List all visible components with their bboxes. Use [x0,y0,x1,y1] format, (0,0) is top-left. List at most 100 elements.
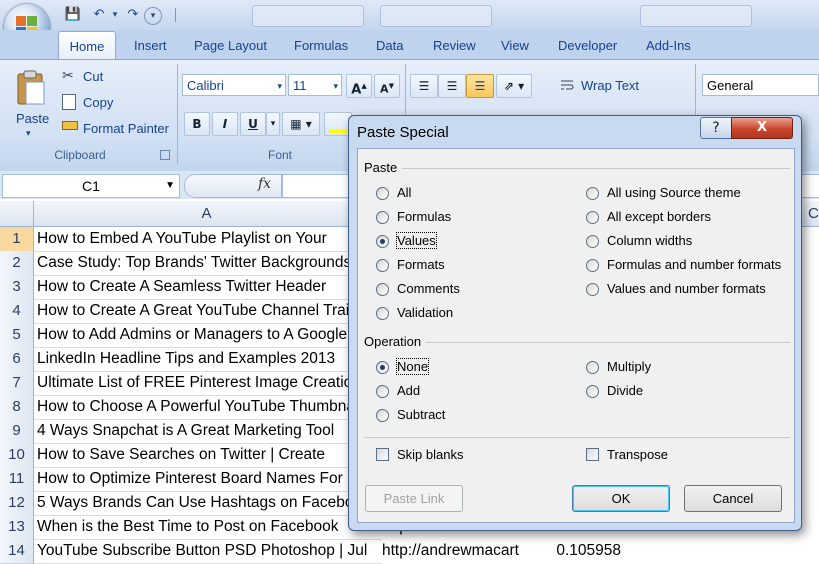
grow-font-icon[interactable]: A▲ [346,74,372,98]
save-icon[interactable]: 💾 [62,6,84,24]
cell-a[interactable]: Ultimate List of FREE Pinterest Image Cr… [34,371,382,396]
cell-a[interactable]: When is the Best Time to Post on Faceboo… [34,515,382,540]
cell-a[interactable]: How to Optimize Pinterest Board Names Fo… [34,467,382,492]
italic-button[interactable]: I [212,112,238,136]
tab-view[interactable]: View [501,34,529,58]
row-header[interactable]: 14 [0,539,34,564]
paste-button[interactable] [14,68,48,108]
row-header[interactable]: 11 [0,467,34,492]
paste-values-option[interactable]: Values [376,232,576,251]
tab-home[interactable]: Home [58,31,116,61]
bold-button[interactable]: B [184,112,210,136]
tab-review[interactable]: Review [433,34,476,58]
cell-a[interactable]: How to Save Searches on Twitter | Create [34,443,382,468]
cell-a[interactable]: 5 Ways Brands Can Use Hashtags on Facebo… [34,491,382,516]
borders-icon[interactable]: ▦ ▾ [282,112,320,136]
operation-divide-option[interactable]: Divide [586,383,786,401]
skip-blanks-checkbox[interactable]: Skip blanks [376,447,496,465]
row-header[interactable]: 1 [0,227,34,252]
cell-a[interactable]: How to Add Admins or Managers to A Googl… [34,323,382,348]
paste-dropdown-icon[interactable]: ▾ [26,128,31,139]
paintbrush-icon [62,121,78,130]
help-button[interactable]: ? [700,117,732,139]
paste-formulas-and-number-formats-option[interactable]: Formulas and number formats [586,257,786,275]
tab-data[interactable]: Data [376,34,403,58]
align-bottom-icon[interactable]: ☰ [466,74,494,98]
close-button[interactable]: X [731,117,793,139]
cell-a[interactable]: YouTube Subscribe Button PSD Photoshop |… [34,539,382,564]
row-header[interactable]: 13 [0,515,34,540]
cell-a[interactable]: Case Study: Top Brands' Twitter Backgrou… [34,251,382,276]
tab-formulas[interactable]: Formulas [294,34,348,58]
wrap-text-button[interactable]: Wrap Text [581,78,639,93]
copy-button[interactable]: Copy [62,94,172,112]
format-painter-button[interactable]: Format Painter [62,120,174,138]
paste-all-option[interactable]: All [376,185,576,203]
row-header[interactable]: 8 [0,395,34,420]
select-all-button[interactable] [0,201,34,226]
row-header[interactable]: 3 [0,275,34,300]
paste-validation-option[interactable]: Validation [376,305,576,323]
tab-insert[interactable]: Insert [134,34,167,58]
number-format-select[interactable]: General [702,74,819,96]
paste-column-widths-option[interactable]: Column widths [586,233,786,251]
operation-option-label: Multiply [607,359,652,374]
align-top-icon[interactable]: ☰ [410,74,438,98]
align-middle-icon[interactable]: ☰ [438,74,466,98]
cell-b[interactable]: http://andrewmacart [382,539,542,563]
group-separator [177,64,178,164]
cell-a[interactable]: How to Embed A YouTube Playlist on Your [34,227,382,252]
tab-page-layout[interactable]: Page Layout [194,34,267,58]
column-header-c[interactable]: C [808,201,819,226]
row-header[interactable]: 10 [0,443,34,468]
dialog-launcher-icon[interactable] [160,150,170,160]
cell-a[interactable]: How to Create A Great YouTube Channel Tr… [34,299,382,324]
row-header[interactable]: 4 [0,299,34,324]
operation-add-option[interactable]: Add [376,383,576,401]
radio-button [376,385,389,398]
paste-all-using-source-theme-option[interactable]: All using Source theme [586,185,786,203]
shrink-font-icon[interactable]: A▼ [374,74,400,98]
paste-formulas-option[interactable]: Formulas [376,209,576,227]
font-size-select[interactable]: 11 ▾ [288,74,342,96]
cut-button[interactable]: ✂ Cut [62,68,172,86]
operation-none-option[interactable]: None [376,358,576,377]
row-header[interactable]: 12 [0,491,34,516]
underline-button[interactable]: U [240,112,266,136]
paste-all-except-borders-option[interactable]: All except borders [586,209,786,227]
transpose-checkbox[interactable]: Transpose [586,447,706,465]
redo-icon[interactable]: ↷ [122,6,144,24]
row-header[interactable]: 5 [0,323,34,348]
paste-formats-option[interactable]: Formats [376,257,576,275]
operation-subtract-option[interactable]: Subtract [376,407,576,425]
underline-dropdown-icon[interactable]: ▾ [266,112,280,136]
row-header[interactable]: 9 [0,419,34,444]
cancel-button[interactable]: Cancel [684,485,782,512]
row-header[interactable]: 7 [0,371,34,396]
cell-a[interactable]: How to Choose A Powerful YouTube Thumbna… [34,395,382,420]
column-header-a[interactable]: A [34,201,380,226]
row-header[interactable]: 2 [0,251,34,276]
cell-c[interactable]: 0.105958 [546,539,621,563]
paste-link-button[interactable]: Paste Link [365,485,463,512]
row-header[interactable]: 6 [0,347,34,372]
insert-function-button[interactable]: fx [258,176,271,192]
section-divider [426,342,790,343]
cell-a[interactable]: How to Create A Seamless Twitter Header [34,275,382,300]
orientation-icon[interactable]: ⇗ ▾ [496,74,532,98]
paste-label[interactable]: Paste [16,111,49,126]
customize-qat-icon[interactable]: ▾ [144,7,162,25]
paste-values-and-number-formats-option[interactable]: Values and number formats [586,281,786,299]
font-name-select[interactable]: Calibri ▾ [182,74,286,96]
name-box[interactable]: C1 ▼ [2,174,180,198]
tab-add-ins[interactable]: Add-Ins [646,34,691,58]
tab-developer[interactable]: Developer [558,34,617,58]
radio-button [586,235,599,248]
paste-comments-option[interactable]: Comments [376,281,576,299]
cell-a[interactable]: 4 Ways Snapchat is A Great Marketing Too… [34,419,382,444]
operation-multiply-option[interactable]: Multiply [586,359,786,377]
cell-a[interactable]: LinkedIn Headline Tips and Examples 2013 [34,347,382,372]
radio-button [586,283,599,296]
background-window-tab [640,5,752,27]
ok-button[interactable]: OK [572,485,670,512]
